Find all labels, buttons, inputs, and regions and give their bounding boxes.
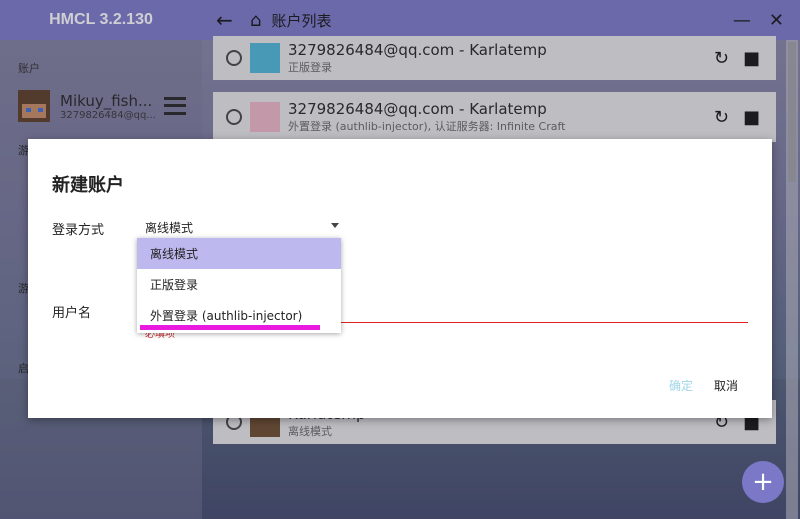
- chevron-down-icon: [331, 223, 339, 228]
- cancel-button[interactable]: 取消: [714, 377, 738, 394]
- add-account-button[interactable]: +: [742, 461, 784, 503]
- dialog-title: 新建账户: [52, 175, 124, 195]
- username-label: 用户名: [52, 306, 92, 321]
- login-method-dropdown: 离线模式 正版登录 外置登录 (authlib-injector): [137, 238, 341, 333]
- login-method-select[interactable]: 离线模式: [145, 219, 339, 237]
- plus-icon: +: [752, 467, 774, 497]
- login-method-value: 离线模式: [145, 221, 194, 235]
- dropdown-option-offline[interactable]: 离线模式: [137, 238, 341, 269]
- login-method-label: 登录方式: [52, 223, 105, 238]
- dropdown-option-microsoft[interactable]: 正版登录: [137, 269, 341, 300]
- highlight-annotation: [140, 325, 320, 330]
- confirm-button[interactable]: 确定: [669, 377, 693, 394]
